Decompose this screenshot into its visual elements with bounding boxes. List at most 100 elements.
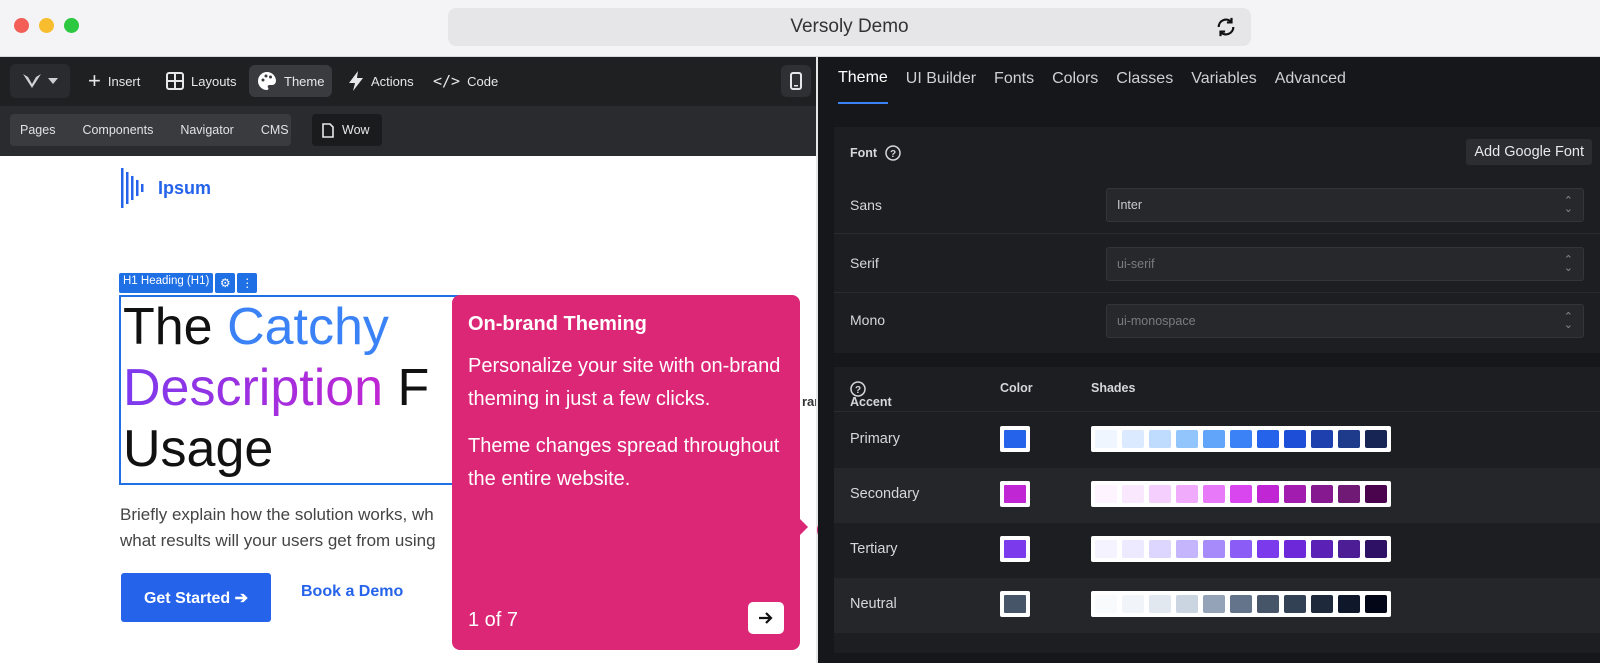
secondary-shades [1091, 481, 1391, 507]
secondary-shade-5[interactable] [1230, 485, 1252, 503]
tertiary-shade-10[interactable] [1365, 540, 1387, 558]
primary-shade-4[interactable] [1203, 430, 1225, 448]
mobile-preview-button[interactable] [781, 65, 811, 97]
neutral-shade-2[interactable] [1149, 595, 1171, 613]
primary-shade-9[interactable] [1338, 430, 1360, 448]
tertiary-color-swatch[interactable] [1000, 536, 1030, 562]
tab-navigator[interactable]: Navigator [180, 123, 234, 137]
plus-icon: + [88, 68, 101, 93]
add-google-font-button[interactable]: Add Google Font [1466, 139, 1592, 165]
get-started-button[interactable]: Get Started ➔ [121, 573, 271, 622]
neutral-shade-6[interactable] [1257, 595, 1279, 613]
tab-variables[interactable]: Variables [1191, 57, 1257, 104]
maximize-window-button[interactable] [64, 18, 79, 33]
tab-cms[interactable]: CMS [261, 123, 289, 137]
secondary-shade-8[interactable] [1311, 485, 1333, 503]
primary-shade-8[interactable] [1311, 430, 1333, 448]
site-logo[interactable]: Ipsum [120, 168, 211, 208]
tab-fonts[interactable]: Fonts [994, 57, 1034, 104]
tab-colors[interactable]: Colors [1052, 57, 1098, 104]
primary-shade-7[interactable] [1284, 430, 1306, 448]
primary-shade-5[interactable] [1230, 430, 1252, 448]
tertiary-shade-6[interactable] [1257, 540, 1279, 558]
primary-color-swatch[interactable] [1000, 426, 1030, 452]
secondary-shade-2[interactable] [1149, 485, 1171, 503]
bolt-icon [349, 71, 363, 91]
mono-font-select[interactable]: ui-monospace ⌃ ⌄ [1106, 304, 1584, 338]
primary-shade-6[interactable] [1257, 430, 1279, 448]
toolbar-actions[interactable]: Actions [340, 65, 422, 97]
secondary-shade-4[interactable] [1203, 485, 1225, 503]
tertiary-shade-4[interactable] [1203, 540, 1225, 558]
tour-next-button[interactable] [748, 602, 784, 634]
book-demo-link[interactable]: Book a Demo [301, 583, 403, 601]
tertiary-shade-9[interactable] [1338, 540, 1360, 558]
neutral-shade-8[interactable] [1311, 595, 1333, 613]
browser-chrome: Versoly Demo [0, 0, 1600, 57]
neutral-shade-9[interactable] [1338, 595, 1360, 613]
secondary-shade-1[interactable] [1122, 485, 1144, 503]
secondary-shade-10[interactable] [1365, 485, 1387, 503]
tab-theme[interactable]: Theme [838, 57, 888, 104]
neutral-color-swatch[interactable] [1000, 591, 1030, 617]
primary-shade-0[interactable] [1095, 430, 1117, 448]
secondary-color-swatch[interactable] [1000, 481, 1030, 507]
element-settings-icon[interactable]: ⚙ [215, 273, 236, 293]
toolbar-code[interactable]: </> Code [425, 65, 506, 97]
font-row-sans: Sans Inter ⌃ ⌄ [834, 177, 1600, 234]
tab-components[interactable]: Components [82, 123, 153, 137]
hero-heading[interactable]: The Catchy Description F Usage [119, 295, 459, 485]
serif-font-select[interactable]: ui-serif ⌃ ⌄ [1106, 247, 1584, 281]
primary-shade-3[interactable] [1176, 430, 1198, 448]
svg-text:?: ? [890, 149, 896, 160]
tour-step-counter: 1 of 7 [468, 609, 519, 631]
help-icon[interactable]: ? [885, 145, 901, 161]
app-menu-button[interactable] [10, 64, 70, 98]
tertiary-shade-7[interactable] [1284, 540, 1306, 558]
neutral-shade-5[interactable] [1230, 595, 1252, 613]
select-chevron-icon: ⌃ ⌄ [1563, 195, 1573, 215]
toolbar-layouts[interactable]: Layouts [158, 65, 245, 97]
primary-shade-10[interactable] [1365, 430, 1387, 448]
neutral-shade-10[interactable] [1365, 595, 1387, 613]
neutral-shade-7[interactable] [1284, 595, 1306, 613]
left-panel-tabs: Pages Components Navigator CMS [10, 114, 291, 146]
address-bar[interactable]: Versoly Demo [448, 8, 1251, 46]
tertiary-shade-3[interactable] [1176, 540, 1198, 558]
reload-icon[interactable] [1215, 16, 1237, 38]
tertiary-shade-8[interactable] [1311, 540, 1333, 558]
element-more-icon[interactable]: ⋮ [237, 273, 258, 293]
neutral-shade-0[interactable] [1095, 595, 1117, 613]
tertiary-shade-0[interactable] [1095, 540, 1117, 558]
tertiary-shade-1[interactable] [1122, 540, 1144, 558]
tab-ui-builder[interactable]: UI Builder [906, 57, 976, 104]
hero-description[interactable]: Briefly explain how the solution works, … [120, 502, 460, 554]
secondary-shade-7[interactable] [1284, 485, 1306, 503]
secondary-shade-0[interactable] [1095, 485, 1117, 503]
primary-shade-1[interactable] [1122, 430, 1144, 448]
accent-row-primary: Primary [834, 413, 1600, 468]
toolbar-theme[interactable]: Theme [249, 65, 333, 97]
tab-advanced[interactable]: Advanced [1275, 57, 1346, 104]
toolbar-insert[interactable]: + Insert [80, 65, 148, 97]
secondary-shade-6[interactable] [1257, 485, 1279, 503]
tab-classes[interactable]: Classes [1116, 57, 1173, 104]
tour-body: Personalize your site with on-brand them… [468, 355, 781, 410]
neutral-shade-1[interactable] [1122, 595, 1144, 613]
tertiary-shade-5[interactable] [1230, 540, 1252, 558]
sans-font-select[interactable]: Inter ⌃ ⌄ [1106, 188, 1584, 222]
shades-column-header: Shades [1091, 381, 1136, 395]
secondary-shade-3[interactable] [1176, 485, 1198, 503]
close-window-button[interactable] [14, 18, 29, 33]
secondary-shade-9[interactable] [1338, 485, 1360, 503]
tertiary-shade-2[interactable] [1149, 540, 1171, 558]
minimize-window-button[interactable] [39, 18, 54, 33]
primary-shade-2[interactable] [1149, 430, 1171, 448]
neutral-shade-3[interactable] [1176, 595, 1198, 613]
tab-pages[interactable]: Pages [20, 123, 55, 137]
current-page-tab[interactable]: Wow [312, 114, 382, 146]
color-column-header: Color [1000, 381, 1033, 395]
accent-heading: Accent ? [850, 381, 892, 409]
neutral-shade-4[interactable] [1203, 595, 1225, 613]
font-row-serif: Serif ui-serif ⌃ ⌄ [834, 235, 1600, 293]
